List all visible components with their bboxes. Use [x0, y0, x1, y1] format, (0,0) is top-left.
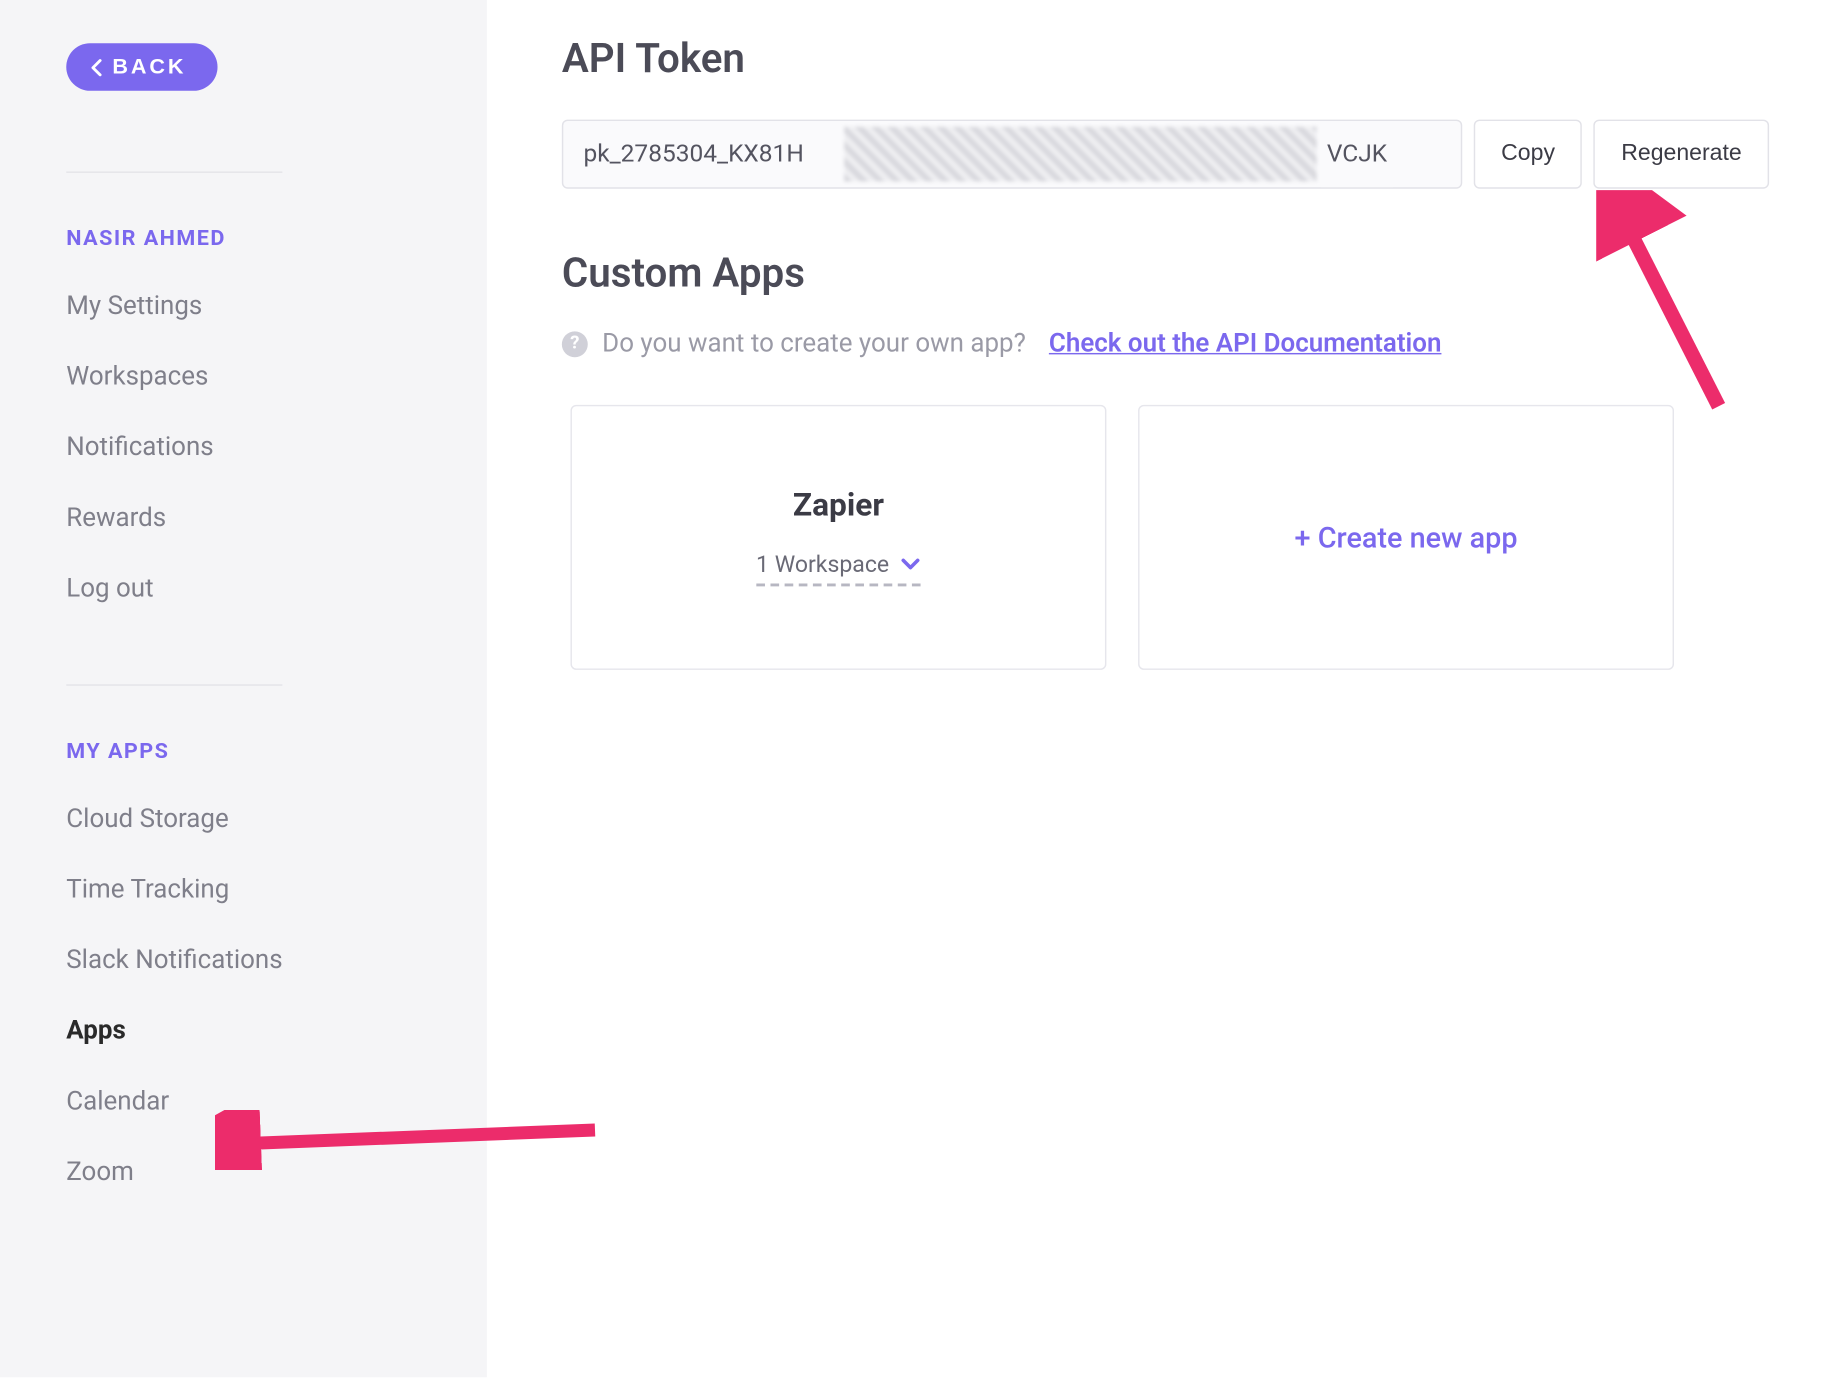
- cards-row: Zapier 1 Workspace + Create new app: [570, 405, 1769, 670]
- sidebar-item-logout[interactable]: Log out: [66, 573, 420, 603]
- section-title-custom-apps: Custom Apps: [562, 249, 1769, 297]
- back-button[interactable]: BACK: [66, 43, 218, 91]
- chevron-down-icon: [901, 555, 921, 572]
- sidebar-item-workspaces[interactable]: Workspaces: [66, 362, 420, 392]
- hint-row: ? Do you want to create your own app? Ch…: [562, 328, 1769, 358]
- app-card-subtitle: 1 Workspace: [756, 550, 889, 577]
- sidebar-section-user: NASIR AHMED: [66, 225, 420, 251]
- divider: [66, 171, 282, 172]
- token-suffix: VCJK: [1321, 121, 1393, 187]
- help-icon: ?: [562, 331, 588, 357]
- token-prefix: pk_2785304_KX81H: [583, 140, 803, 169]
- chevron-left-icon: [89, 58, 103, 75]
- create-new-app-card[interactable]: + Create new app: [1138, 405, 1674, 670]
- back-button-label: BACK: [112, 55, 186, 79]
- app-card-zapier[interactable]: Zapier 1 Workspace: [570, 405, 1106, 670]
- main-content: API Token pk_2785304_KX81H VCJK Copy Reg…: [487, 0, 1844, 1377]
- create-new-app-label: + Create new app: [1295, 520, 1518, 555]
- sidebar-item-notifications[interactable]: Notifications: [66, 432, 420, 462]
- api-token-field[interactable]: pk_2785304_KX81H VCJK: [562, 120, 1462, 189]
- app-card-workspace-dropdown[interactable]: 1 Workspace: [756, 550, 921, 586]
- divider: [66, 684, 282, 685]
- copy-button[interactable]: Copy: [1474, 120, 1583, 189]
- token-row: pk_2785304_KX81H VCJK Copy Regenerate: [562, 120, 1769, 189]
- sidebar-section-my-apps: MY APPS: [66, 738, 420, 764]
- hint-text: Do you want to create your own app?: [602, 328, 1026, 358]
- sidebar-item-cloud-storage[interactable]: Cloud Storage: [66, 804, 420, 834]
- sidebar-item-my-settings[interactable]: My Settings: [66, 291, 420, 321]
- sidebar-item-rewards[interactable]: Rewards: [66, 503, 420, 533]
- annotation-arrow-regenerate: [1596, 190, 1740, 420]
- sidebar-item-zoom[interactable]: Zoom: [66, 1157, 420, 1187]
- page-title-api-token: API Token: [562, 35, 1769, 83]
- sidebar: BACK NASIR AHMED My Settings Workspaces …: [0, 0, 487, 1377]
- sidebar-item-calendar[interactable]: Calendar: [66, 1086, 420, 1116]
- sidebar-item-apps[interactable]: Apps: [66, 1016, 420, 1046]
- regenerate-button[interactable]: Regenerate: [1594, 120, 1769, 189]
- app-card-title: Zapier: [793, 488, 884, 524]
- api-documentation-link[interactable]: Check out the API Documentation: [1049, 328, 1442, 358]
- token-masked-region: [844, 127, 1317, 182]
- sidebar-item-time-tracking[interactable]: Time Tracking: [66, 874, 420, 904]
- sidebar-item-slack-notifications[interactable]: Slack Notifications: [66, 945, 420, 975]
